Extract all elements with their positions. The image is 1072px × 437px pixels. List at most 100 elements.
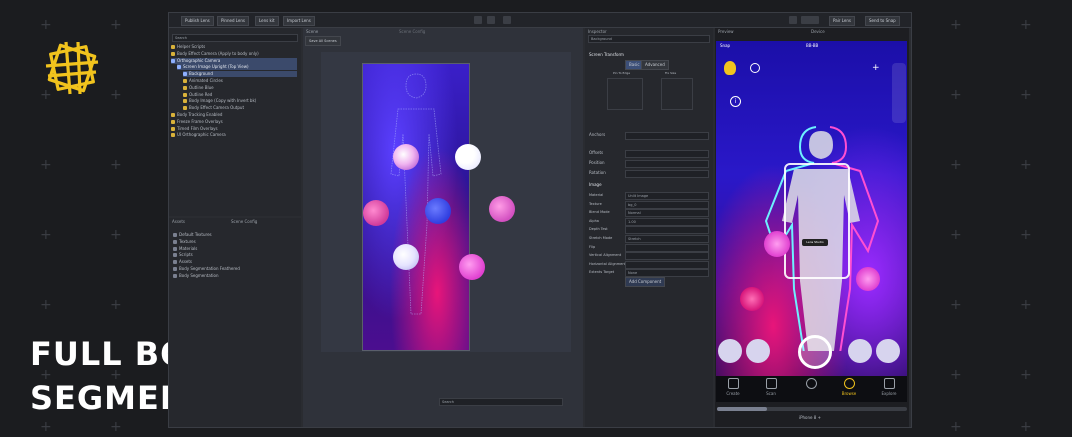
resources-list-item-label: Default Textures [179,232,212,237]
resources-list-item[interactable]: Default Textures [173,232,212,238]
resources-list-item[interactable]: Body Segmentation [173,273,218,279]
fix-size-widget[interactable] [661,78,693,110]
info-icon[interactable]: i [730,96,741,107]
lens-carousel-item[interactable] [848,339,872,363]
resources-list-item[interactable]: Body Segmentation Feathered [173,266,240,272]
save-icon[interactable] [474,16,482,24]
resources-list-item-label: Body Segmentation [179,272,219,278]
objects-tree-item-label: Outline Blue [189,84,214,90]
objects-tree-item[interactable]: Body Tracking Enabled [171,112,297,118]
objects-tree-item-label: Background [189,71,213,77]
bitmoji-avatar[interactable] [724,61,736,75]
image-field-value[interactable] [625,243,709,252]
objects-tree-item[interactable]: Outline Blue [183,85,297,91]
objects-tree-item[interactable]: Body Image (Copy with Invert bk) [183,98,297,104]
add-component-button[interactable]: Add Component [625,277,666,287]
scene-tab-config[interactable]: Scene Config [399,29,425,34]
image-field-value[interactable]: Unlit Image [625,192,709,200]
image-field-value[interactable]: Stretch [625,235,709,243]
scene-object-icon [171,126,175,131]
scene-object-icon [171,45,175,49]
toolbar-button-pair[interactable]: Pair Lens [829,16,855,26]
lens-carousel-item[interactable] [746,339,770,363]
settings-icon[interactable] [503,16,511,24]
toolbar-button-import[interactable]: Import Lens [283,16,315,26]
preview-device-name[interactable]: iPhone 8 + [799,415,821,421]
add-friend-icon[interactable]: + [872,63,882,73]
image-field-value[interactable]: Normal [625,209,709,218]
objects-tree-item[interactable]: Outline Red [183,92,297,98]
pin-to-edge-widget[interactable] [607,78,643,110]
image-field-value[interactable]: 1.00 [625,217,709,226]
resources-list-item[interactable]: Scripts [173,252,193,258]
inspector-tab-advanced[interactable]: Advanced [641,60,669,70]
image-field-value[interactable] [625,252,709,261]
objects-tree-item[interactable]: Screen Image Upright (Top View) [177,64,297,71]
position-field[interactable] [625,160,709,168]
scene-save-button[interactable]: Save All Scenes [305,36,341,46]
resources-list-item[interactable]: Assets [173,259,192,265]
scene-search-input[interactable]: Search [439,398,563,406]
objects-tree-item[interactable]: Timed Film Overlays [171,126,297,132]
grid-plus-mark: + [110,419,122,435]
tab-scan-label: Scan [766,391,776,396]
objects-tree-item[interactable]: Animated Circles [183,78,297,84]
resources-list-item[interactable]: Materials [173,246,197,252]
tab-explore[interactable]: Explore [874,378,904,396]
capture-button[interactable] [798,335,832,369]
offsets-field[interactable] [625,150,709,158]
orb [425,198,451,224]
scene-canvas[interactable] [362,63,515,351]
tab-browse[interactable]: Browse [834,378,864,396]
toolbar-button-lens-kit[interactable]: Lens kit [255,16,279,26]
grid-plus-mark: + [1020,157,1032,173]
inspector-object-name[interactable]: Background [588,35,710,43]
image-field-value[interactable]: bg_0 [625,200,709,209]
objects-search-input[interactable]: Search [172,34,298,42]
tab-scan[interactable]: Scan [756,378,786,396]
grid-plus-mark: + [110,157,122,173]
objects-tree-item[interactable]: Body Effect Camera (Apply to body only) [171,51,297,57]
toolbar-button-send[interactable]: Send to Snap [865,16,900,26]
scene-title: Scene [306,29,319,34]
tab-camera[interactable] [796,378,826,391]
lens-carousel-item[interactable] [718,339,742,363]
tab-create[interactable]: Create [718,378,748,396]
objects-tree-item[interactable]: Helper Scripts [171,44,297,50]
objects-tree-item[interactable]: Background [183,71,297,78]
camera-tools-rail[interactable] [892,63,906,123]
resources-list-item[interactable]: Textures [173,239,196,245]
image-field-label: Depth Test [589,227,608,232]
preview-device-select[interactable]: Device [811,29,825,34]
search-icon[interactable] [750,63,760,73]
image-field-label: Vertical Alignment [589,253,622,258]
rotation-field[interactable] [625,170,709,178]
preview-zoom-slider-fill [717,407,767,411]
objects-tree-item[interactable]: UI Orthographic Camera [171,132,297,138]
resources-tab-scene-config[interactable]: Scene Config [231,219,257,224]
image-field-value[interactable] [625,226,709,235]
grid-plus-mark: + [1020,419,1032,435]
objects-tree-item[interactable]: Orthographic Camera [171,57,297,64]
lens-carousel-item[interactable] [876,339,900,363]
create-icon [727,378,739,389]
toolbar-button-publish[interactable]: Publish Lens [181,16,214,26]
refresh-icon[interactable] [789,16,797,24]
record-icon[interactable] [487,16,495,24]
preview-zoom-slider[interactable] [717,407,907,411]
objects-tree-item[interactable]: Freeze Frame Overlays [171,119,297,125]
inspector-section-transform[interactable]: Screen Transform [589,52,624,58]
lens-carousel[interactable] [716,335,907,369]
anchors-field[interactable] [625,132,709,140]
scene-object-icon [183,99,187,104]
toolbar-button-pinned[interactable]: Pinned Lens [217,16,250,26]
resources-list-item-label: Materials [179,245,198,251]
objects-tree-item[interactable]: Body Effect Camera Output [183,105,297,111]
image-field-value[interactable] [625,260,709,269]
person-tracking-frame [784,163,850,279]
inspector-section-image[interactable]: Image [589,182,602,188]
orb [489,196,515,222]
device-select-icon[interactable] [801,16,819,24]
grid-plus-mark: + [110,17,122,33]
phone-preview[interactable]: Snap BB-BB + i Lens Studio [716,41,907,376]
